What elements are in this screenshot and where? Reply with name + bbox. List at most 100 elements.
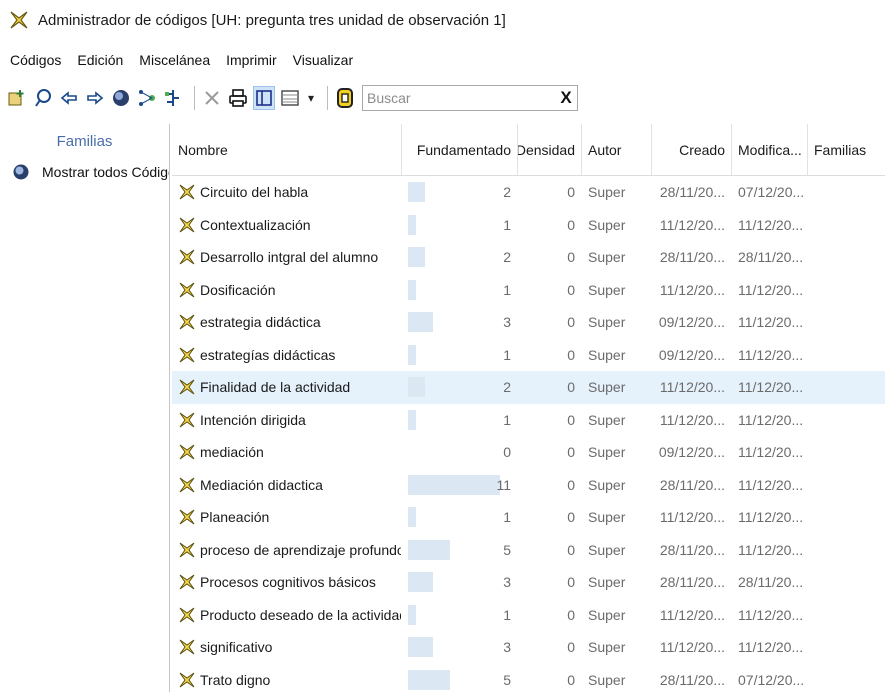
column-header-autor[interactable]: Autor: [582, 124, 652, 175]
code-name: significativo: [200, 639, 273, 656]
cell-fundamentado: 1: [402, 339, 518, 372]
delete-icon[interactable]: [201, 86, 223, 110]
cell-nombre: Planeación: [172, 501, 402, 534]
cell-familias: [808, 371, 885, 404]
table-row[interactable]: Trato digno 5 0 Super 28/11/20... 07/12/20...: [172, 664, 885, 692]
cell-familias: [808, 339, 885, 372]
cell-autor: Super: [588, 346, 626, 363]
column-header-modificado[interactable]: Modifica...: [732, 124, 808, 175]
filter-icon[interactable]: [334, 86, 356, 110]
cell-densidad: 0: [567, 249, 575, 266]
table-row[interactable]: mediación 0 0 Super 09/12/20... 11/12/20...: [172, 436, 885, 469]
code-icon: [179, 249, 195, 265]
search-clear-icon[interactable]: X: [555, 88, 577, 108]
table-row[interactable]: Mediación didactica 11 0 Super 28/11/20... 11…: [172, 469, 885, 502]
comment-icon[interactable]: [32, 86, 54, 110]
menu-edicion[interactable]: Edición: [75, 50, 125, 70]
print-icon[interactable]: [227, 86, 249, 110]
back-icon[interactable]: [58, 86, 80, 110]
menu-imprimir[interactable]: Imprimir: [224, 50, 279, 70]
fundamentado-bar: [408, 377, 425, 397]
cell-autor: Super: [588, 184, 626, 201]
cell-nombre: Contextualización: [172, 209, 402, 242]
cell-creado: 09/12/20...: [658, 314, 725, 331]
table-row[interactable]: proceso de aprendizaje profundo 5 0 Super 28…: [172, 534, 885, 567]
globe-icon[interactable]: [110, 86, 132, 110]
fundamentado-bar: [408, 214, 416, 235]
table-row[interactable]: Procesos cognitivos básicos 3 0 Super 28/11/…: [172, 566, 885, 599]
column-header-densidad[interactable]: Densidad: [518, 124, 582, 175]
cell-modificado: 11/12/20...: [738, 541, 804, 558]
code-name: Producto deseado de la actividad: [200, 606, 402, 623]
table-row[interactable]: estrategías didácticas 1 0 Super 09/12/20...…: [172, 339, 885, 372]
families-header: Familias: [56, 132, 113, 150]
cell-densidad: 0: [567, 444, 575, 461]
fundamentado-value: 5: [503, 541, 511, 558]
fundamentado-bar: [408, 507, 416, 527]
cell-fundamentado: 1: [402, 404, 518, 437]
table-row[interactable]: significativo 3 0 Super 11/12/20... 11/12/20.…: [172, 631, 885, 664]
fundamentado-value: 5: [503, 671, 511, 688]
code-name: Mediación didactica: [200, 476, 323, 493]
cell-modificado: 11/12/20...: [738, 314, 804, 331]
window-title: Administrador de códigos [UH: pregunta t…: [38, 11, 506, 29]
fundamentado-value: 1: [503, 216, 511, 233]
code-icon: [179, 477, 195, 493]
fundamentado-value: 1: [503, 606, 511, 623]
cell-familias: [808, 566, 885, 599]
cell-nombre: Circuito del habla: [172, 176, 402, 209]
cell-creado: 28/11/20...: [659, 476, 725, 493]
cell-creado: 28/11/20...: [659, 184, 725, 201]
table-row[interactable]: Contextualización 1 0 Super 11/12/20... 11/12…: [172, 209, 885, 242]
menu-visualizar[interactable]: Visualizar: [291, 50, 355, 70]
table-row[interactable]: Intención dirigida 1 0 Super 11/12/20... 11/1…: [172, 404, 885, 437]
cell-fundamentado: 5: [402, 534, 518, 567]
cell-nombre: Mediación didactica: [172, 469, 402, 502]
forward-icon[interactable]: [84, 86, 106, 110]
search-input[interactable]: [363, 90, 555, 106]
menu-miscelanea[interactable]: Miscelánea: [137, 50, 212, 70]
tree-icon[interactable]: [162, 86, 184, 110]
table-body: Circuito del habla 2 0 Super 28/11/20... 07/1…: [172, 176, 885, 692]
cell-familias: [808, 534, 885, 567]
fundamentado-value: 0: [503, 444, 511, 461]
cell-densidad: 0: [567, 671, 575, 688]
cell-nombre: Procesos cognitivos básicos: [172, 566, 402, 599]
dropdown-arrow-icon[interactable]: ▾: [305, 86, 317, 110]
cell-nombre: estrategías didácticas: [172, 339, 402, 372]
cell-nombre: mediación: [172, 436, 402, 469]
view-options-icon[interactable]: [279, 86, 301, 110]
table-row[interactable]: Planeación 1 0 Super 11/12/20... 11/12/20...: [172, 501, 885, 534]
families-panel: Familias Mostrar todos Códigos: [0, 124, 170, 692]
column-header-familias[interactable]: Familias: [808, 124, 885, 175]
cell-creado: 11/12/20...: [659, 216, 725, 233]
cell-modificado: 11/12/20...: [738, 379, 804, 396]
families-item-show-all[interactable]: Mostrar todos Códigos: [0, 158, 169, 186]
cell-autor: Super: [588, 509, 626, 526]
window-title-bar: Administrador de códigos [UH: pregunta t…: [0, 0, 885, 40]
table-row[interactable]: Dosificación 1 0 Super 11/12/20... 11/12/20..…: [172, 274, 885, 307]
cell-creado: 11/12/20...: [659, 281, 725, 298]
cell-modificado: 11/12/20...: [738, 639, 804, 656]
network-icon[interactable]: [136, 86, 158, 110]
code-icon: [179, 347, 195, 363]
table-row[interactable]: Circuito del habla 2 0 Super 28/11/20... 07/1…: [172, 176, 885, 209]
column-header-nombre[interactable]: Nombre: [172, 124, 402, 175]
code-name: Finalidad de la actividad: [200, 379, 351, 396]
cell-fundamentado: 1: [402, 209, 518, 242]
menu-codigos[interactable]: Códigos: [8, 50, 63, 70]
cell-modificado: 11/12/20...: [738, 509, 804, 526]
fundamentado-value: 3: [503, 639, 511, 656]
table-row[interactable]: Desarrollo intgral del alumno 2 0 Super 28/1…: [172, 241, 885, 274]
column-header-creado[interactable]: Creado: [652, 124, 732, 175]
new-code-icon[interactable]: [6, 86, 28, 110]
column-header-fundamentado[interactable]: Fundamentado: [402, 124, 518, 175]
codes-table: Nombre Fundamentado Densidad Autor Cread…: [172, 124, 885, 692]
table-row[interactable]: Producto deseado de la actividad 1 0 Super 1…: [172, 599, 885, 632]
cell-familias: [808, 241, 885, 274]
cell-creado: 28/11/20...: [659, 541, 725, 558]
panel-toggle-icon[interactable]: [253, 86, 275, 110]
code-icon: [179, 574, 195, 590]
table-row[interactable]: Finalidad de la actividad 2 0 Super 11/12/20…: [172, 371, 885, 404]
table-row[interactable]: estrategia didáctica 3 0 Super 09/12/20... 11…: [172, 306, 885, 339]
